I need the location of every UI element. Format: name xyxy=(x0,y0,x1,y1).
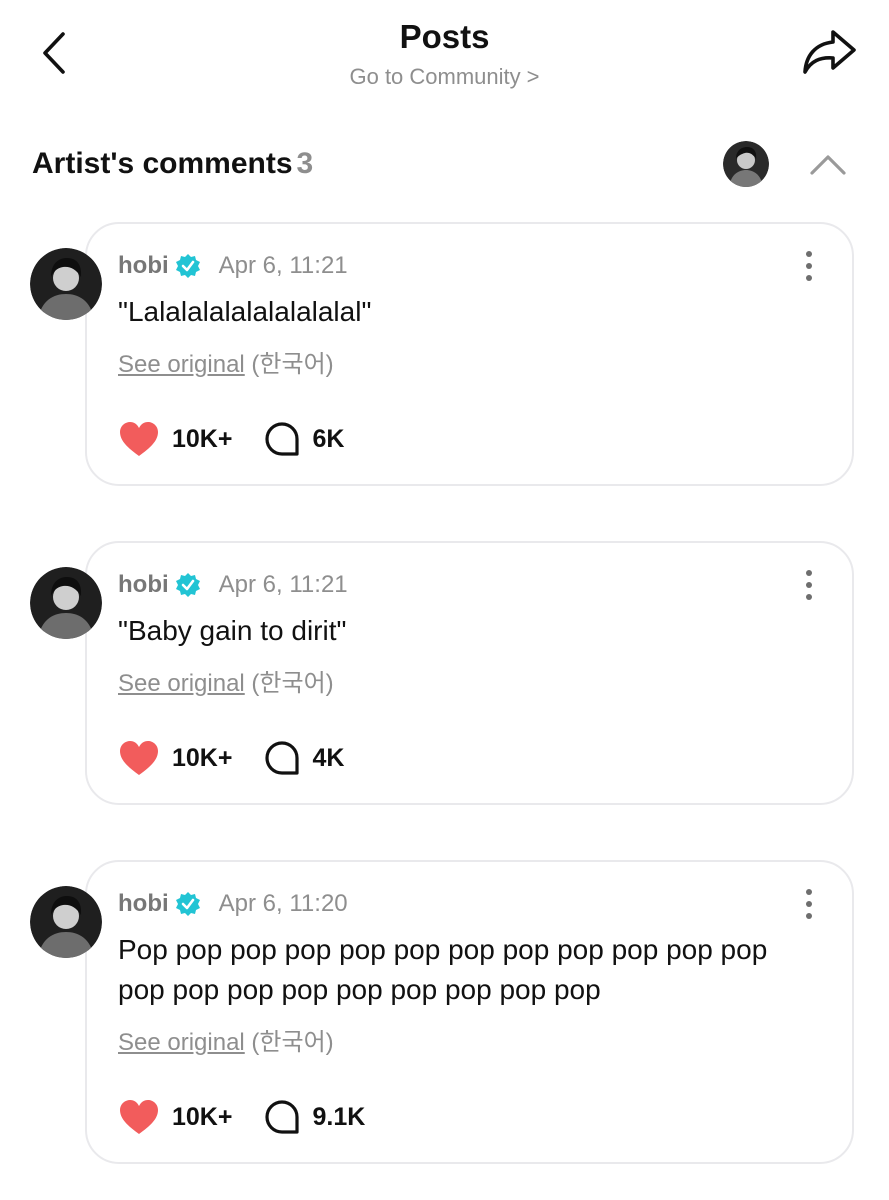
comment-text: Pop pop pop pop pop pop pop pop pop pop … xyxy=(118,934,768,1005)
like-count: 10K+ xyxy=(172,424,233,453)
collapse-button[interactable] xyxy=(806,147,850,181)
artist-avatar-small[interactable] xyxy=(723,141,769,187)
go-to-community-link[interactable]: Go to Community > xyxy=(0,64,889,90)
go-to-community-label: Go to Community xyxy=(349,64,521,89)
more-options-button[interactable] xyxy=(796,886,822,922)
share-button[interactable] xyxy=(798,26,860,80)
comment-time: Apr 6, 11:20 xyxy=(218,890,348,917)
reply-count: 6K xyxy=(312,424,345,453)
see-original-row: See original (한국어) xyxy=(118,350,334,380)
comment-meta: hobi Apr 6, 11:20 xyxy=(118,889,348,919)
section-title: Artist's comments 3 xyxy=(32,147,313,181)
reply-count: 9.1K xyxy=(312,1102,366,1131)
chevron-up-icon xyxy=(810,155,846,175)
comment-stats: 10K+ 4K xyxy=(118,738,344,778)
comment-stats: 10K+ 6K xyxy=(118,419,344,459)
more-options-button[interactable] xyxy=(796,567,822,603)
comment-text: "Lalalalalalalalalalal" xyxy=(118,296,372,327)
comment-item: hobi Apr 6, 11:20 Pop pop pop pop pop po… xyxy=(0,860,889,1166)
original-language: (한국어) xyxy=(251,351,334,378)
verified-badge-icon xyxy=(175,573,200,597)
like-button[interactable]: 10K+ xyxy=(118,739,232,777)
comment-meta: hobi Apr 6, 11:21 xyxy=(118,251,348,281)
see-original-row: See original (한국어) xyxy=(118,669,334,699)
original-language: (한국어) xyxy=(251,1029,334,1056)
see-original-link[interactable]: See original xyxy=(118,670,245,697)
like-count: 10K+ xyxy=(172,743,233,772)
author-name[interactable]: hobi xyxy=(118,251,169,281)
comment-time: Apr 6, 11:21 xyxy=(218,252,348,279)
author-avatar[interactable] xyxy=(30,567,102,639)
verified-badge-icon xyxy=(175,892,200,916)
reply-button[interactable]: 4K xyxy=(232,740,344,776)
share-arrow-icon xyxy=(803,30,856,74)
comment-bubble-icon xyxy=(265,741,300,775)
see-original-row: See original (한국어) xyxy=(118,1028,334,1058)
page-title: Posts xyxy=(399,18,490,55)
heart-icon xyxy=(120,422,158,456)
comment-time: Apr 6, 11:21 xyxy=(218,571,348,598)
see-original-link[interactable]: See original xyxy=(118,351,245,378)
chevron-right-icon: > xyxy=(526,64,540,89)
author-name[interactable]: hobi xyxy=(118,889,169,919)
author-avatar[interactable] xyxy=(30,248,102,320)
comment-text: "Baby gain to dirit" xyxy=(118,615,347,646)
comment-count: 3 xyxy=(296,147,314,180)
comment-bubble-icon xyxy=(265,422,300,456)
comment-bubble-icon xyxy=(265,1100,300,1134)
like-button[interactable]: 10K+ xyxy=(118,1098,232,1136)
comment-item: hobi Apr 6, 11:21 "Baby gain to dirit" S… xyxy=(0,541,889,807)
reply-button[interactable]: 9.1K xyxy=(232,1099,365,1135)
more-vertical-icon xyxy=(806,251,812,281)
comment-stats: 10K+ 9.1K xyxy=(118,1097,365,1137)
artist-comments-header: Artist's comments 3 xyxy=(0,135,889,195)
author-avatar[interactable] xyxy=(30,886,102,958)
like-count: 10K+ xyxy=(172,1102,233,1131)
more-vertical-icon xyxy=(806,570,812,600)
top-bar: Posts Go to Community > xyxy=(0,0,889,110)
section-title-label: Artist's comments xyxy=(32,147,293,180)
more-options-button[interactable] xyxy=(796,248,822,284)
verified-badge-icon xyxy=(175,254,200,278)
more-vertical-icon xyxy=(806,889,812,919)
original-language: (한국어) xyxy=(251,670,334,697)
reply-button[interactable]: 6K xyxy=(232,421,344,457)
author-name[interactable]: hobi xyxy=(118,570,169,600)
reply-count: 4K xyxy=(312,743,345,772)
comment-item: hobi Apr 6, 11:21 "Lalalalalalalalalalal… xyxy=(0,222,889,488)
see-original-link[interactable]: See original xyxy=(118,1029,245,1056)
comment-meta: hobi Apr 6, 11:21 xyxy=(118,570,348,600)
heart-icon xyxy=(120,741,158,775)
like-button[interactable]: 10K+ xyxy=(118,420,232,458)
heart-icon xyxy=(120,1100,158,1134)
